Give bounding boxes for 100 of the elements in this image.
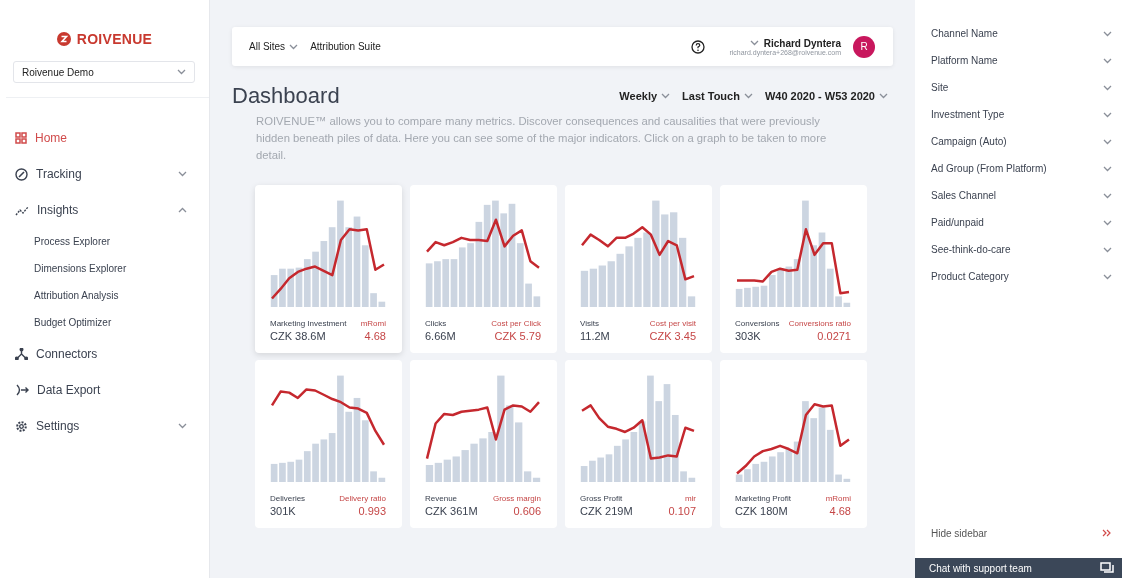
chevron-icon [879,93,888,99]
metric-label: Deliveries [270,494,306,503]
chevron-icon [289,43,299,50]
chevron-icon [743,93,753,99]
filter-dropdown[interactable]: Last Touch [682,90,753,102]
metric-card[interactable]: Conversions Conversions ratio 303K 0.0271 [720,185,867,353]
dimension-filter[interactable]: Investment Type [931,101,1112,128]
metric-value: 6.66M [425,330,456,342]
page-title: Dashboard [232,83,341,109]
metric-value: CZK 38.6M [270,330,326,342]
site-select[interactable]: Roivenue Demo [13,61,195,83]
hide-sidebar-button[interactable]: Hide sidebar [915,513,1122,553]
dimension-filter[interactable]: See-think-do-care [931,236,1112,263]
chevron-icon [178,171,187,177]
nav-item[interactable]: Home [0,120,209,156]
dimension-filter[interactable]: Product Category [931,263,1112,290]
logo-text: ROIVENUE [76,31,153,47]
ratio-label: Gross margin [493,494,541,503]
nav-item[interactable]: Insights [0,192,209,228]
metric-value: 301K [270,505,296,517]
chevron-icon [1103,219,1112,226]
export-icon [15,384,29,396]
dimension-filter[interactable]: Paid/unpaid [931,209,1112,236]
ratio-label: Delivery ratio [339,494,386,503]
chevron-icon [1103,30,1112,37]
ratio-label: mRomi [825,494,851,503]
chevron-icon [1103,84,1112,91]
dimension-filter[interactable]: Campaign (Auto) [931,128,1112,155]
dimension-filter[interactable]: Channel Name [931,20,1112,47]
nav-subitem[interactable]: Process Explorer [0,228,209,255]
filter-dropdown[interactable]: Weekly [619,90,671,102]
suite-link[interactable]: Attribution Suite [310,41,381,52]
ratio-value: CZK 3.45 [649,330,696,342]
metric-value: CZK 180M [735,505,788,517]
metric-value: CZK 219M [580,505,633,517]
ratio-value: 4.68 [364,330,386,342]
ratio-value: 0.0271 [817,330,851,342]
chevron-icon [661,93,671,99]
ratio-value: 0.107 [668,505,696,517]
metric-label: Clicks [425,319,447,328]
chart-bar [580,270,589,307]
metric-card[interactable]: Revenue Gross margin CZK 361M 0.606 [410,360,557,528]
nav-subitem[interactable]: Budget Optimizer [0,309,209,336]
chevron-icon [178,207,187,213]
chevron-icon [178,423,187,429]
metric-value: CZK 361M [425,505,478,517]
ratio-label: Conversions ratio [788,319,851,328]
metric-label: Visits [580,319,599,328]
metric-card[interactable]: Deliveries Delivery ratio 301K 0.993 [255,360,402,528]
metric-card[interactable]: Clicks Cost per Click 6.66M CZK 5.79 [410,185,557,353]
nav-item[interactable]: Tracking [0,156,209,192]
logo-icon [56,32,71,46]
nav-item[interactable]: Data Export [0,372,209,408]
user-avatar[interactable]: R [853,35,875,58]
site-dropdown[interactable]: All Sites [249,41,299,52]
metric-card[interactable]: Marketing Profit mRomi CZK 180M 4.68 [720,360,867,528]
nav-item[interactable]: Connectors [0,336,209,372]
chevron-icon [1103,165,1112,172]
ratio-label: mir [684,494,696,503]
chevron-icon [1103,273,1112,280]
nav-subitem[interactable]: Dimensions Explorer [0,255,209,282]
metric-card[interactable]: Gross Profit mir CZK 219M 0.107 [565,360,712,528]
double-chevron-icon [1102,529,1112,537]
chevron-icon [1103,246,1112,253]
dimension-filter[interactable]: Ad Group (From Platform) [931,155,1112,182]
help-icon[interactable] [691,39,706,54]
chat-button[interactable]: Chat with support team [915,558,1122,578]
page-description: ROIVENUE™ allows you to compare many metrics. Discover consequences and causalities that were previously hidden beneath piles of data. Here you can see some of the major indicators. Click on a graph to be taken to more detail. [256,114,828,163]
ratio-value: 0.993 [358,505,386,517]
chevron-icon [749,40,759,46]
metric-value: 303K [735,330,761,342]
filter-dropdown[interactable]: W40 2020 - W53 2020 [764,90,888,102]
chart-bar [434,462,443,482]
chevron-icon [1103,57,1112,64]
ratio-value: CZK 5.79 [494,330,541,342]
nav-item[interactable]: Settings [0,408,209,444]
dimension-filter[interactable]: Sales Channel [931,182,1112,209]
nav-subitem[interactable]: Attribution Analysis [0,282,209,309]
trend-icon [15,204,29,216]
chevron-icon [1103,111,1112,118]
ratio-value: 0.606 [513,505,541,517]
dimension-filter[interactable]: Site [931,74,1112,101]
metric-card[interactable]: Marketing Investment mRomi CZK 38.6M 4.68 [255,185,402,353]
user-menu[interactable]: Richard Dyntera [749,37,841,49]
ratio-label: mRomi [360,319,386,328]
grid-icon [15,132,27,144]
chart-bar [589,268,598,307]
metric-label: Revenue [425,494,458,503]
metric-label: Gross Profit [580,494,623,503]
ratio-label: Cost per Click [491,319,541,328]
chevron-icon [1103,138,1112,145]
compass-icon [15,167,28,181]
metric-label: Marketing Investment [270,319,347,328]
chart-bar [425,465,434,482]
metric-card[interactable]: Visits Cost per visit 11.2M CZK 3.45 [565,185,712,353]
ratio-label: Cost per visit [649,319,696,328]
chat-icon [1100,562,1114,574]
dimension-filter[interactable]: Platform Name [931,47,1112,74]
metric-label: Conversions [735,319,780,328]
metric-label: Marketing Profit [735,494,792,503]
